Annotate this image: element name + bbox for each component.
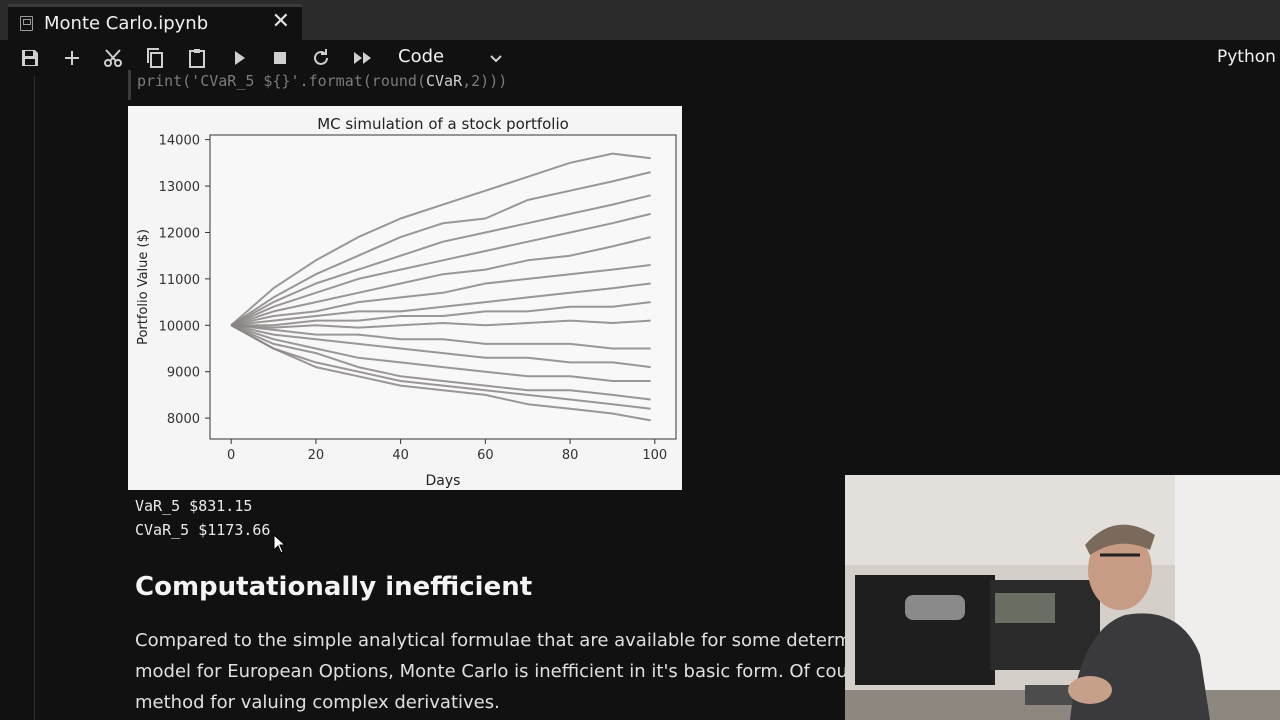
y-tick-label: 10000 [159,319,200,334]
add-icon[interactable] [60,46,84,70]
close-tab-icon[interactable]: ✕ [272,10,290,34]
stop-icon[interactable] [268,46,292,70]
y-tick-label: 8000 [167,412,200,427]
kernel-name[interactable]: Python 3 [1217,47,1280,67]
code-suffix: ,2))) [462,72,508,90]
restart-icon[interactable] [309,46,333,70]
code-bold: CVaR [425,72,463,90]
y-tick-label: 14000 [159,134,200,149]
webcam-image [845,475,1280,720]
code-prefix: print('CVaR_5 ${}'.format(round( [137,72,426,90]
fast-forward-icon[interactable] [351,46,375,70]
markdown-heading: Computationally inefficient [135,572,533,602]
tab-title: Monte Carlo.ipynb [44,13,209,34]
x-tick-label: 100 [642,448,667,463]
x-tick-label: 80 [562,448,579,463]
paste-icon[interactable] [185,46,209,70]
cell-type-select[interactable]: Code [398,46,444,67]
x-tick-label: 0 [227,448,235,463]
chart-title: MC simulation of a stock portfolio [317,115,569,133]
cut-icon[interactable] [101,46,125,70]
y-tick-label: 13000 [159,180,200,195]
save-icon[interactable] [18,46,42,70]
x-tick-label: 60 [477,448,494,463]
var-output: VaR_5 $831.15 [135,497,253,515]
mouse-cursor-icon [273,534,287,554]
y-tick-label: 12000 [159,226,200,241]
y-axis-label: Portfolio Value ($) [136,229,151,345]
cvar-output: CVaR_5 $1173.66 [135,521,271,539]
x-tick-label: 40 [392,448,409,463]
chevron-down-icon[interactable] [486,48,506,68]
webcam-overlay [845,475,1280,720]
x-axis-label: Days [426,473,461,489]
markdown-line-3: method for valuing complex derivatives. [135,692,500,713]
y-tick-label: 11000 [159,273,200,288]
cell-gutter [34,76,35,720]
markdown-line-2: model for European Options, Monte Carlo … [135,661,889,682]
y-tick-label: 9000 [167,366,200,381]
tab-bar: Monte Carlo.ipynb ✕ [0,0,1280,40]
x-tick-label: 20 [308,448,325,463]
tab-notebook[interactable]: Monte Carlo.ipynb ✕ [8,4,302,40]
portfolio-chart: 0 20 40 60 80 100 8000 9000 10000 11000 12000 13000… [136,115,677,489]
markdown-line-1: Compared to the simple analytical formul… [135,630,895,651]
code-cell[interactable]: print('CVaR_5 ${}'.format(round(CVaR,2))… [128,70,688,100]
run-icon[interactable] [227,46,251,70]
copy-icon[interactable] [143,46,167,70]
plot-output: 0 20 40 60 80 100 8000 9000 10000 11000 12000 13000… [128,106,682,490]
notebook-icon [20,16,33,31]
